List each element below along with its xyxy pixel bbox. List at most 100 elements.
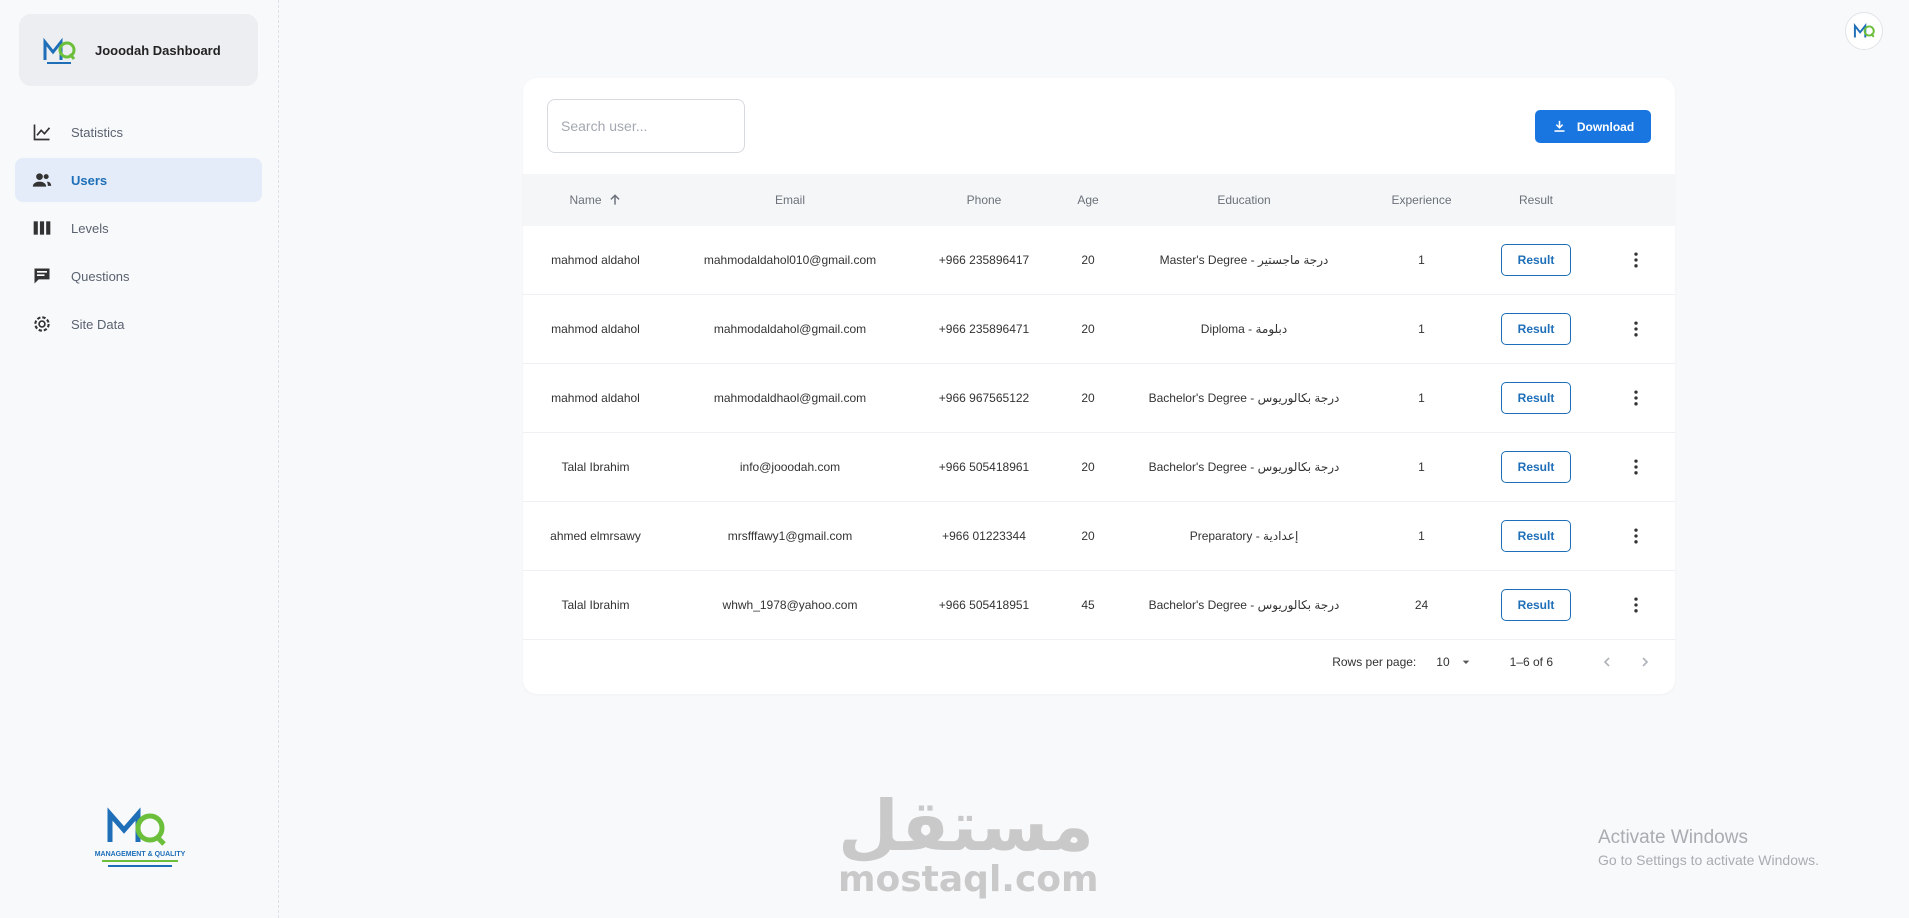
cell-result: Result [1475,451,1597,483]
prev-page-button[interactable] [1595,650,1619,674]
search-input[interactable] [547,99,745,153]
cell-age: 20 [1081,391,1095,405]
cell-result: Result [1475,520,1597,552]
chevron-right-icon [1642,657,1649,667]
activate-windows-watermark: Activate Windows Go to Settings to activ… [1598,826,1819,870]
sidebar-item-label: Questions [71,268,130,284]
users-icon [32,170,52,190]
sidebar-item-questions[interactable]: Questions [15,254,262,298]
download-button[interactable]: Download [1535,110,1651,143]
cell-education: Bachelor's Degree - درجة بكالوريوس [1148,598,1340,612]
column-header-experience[interactable]: Experience [1368,193,1475,207]
company-logo-text: MANAGEMENT & QUALITY [95,851,186,858]
cell-age: 20 [1081,322,1095,336]
cell-email: mrsfffawy1@gmail.com [727,529,853,543]
mostaql-watermark-latin: mostaql.com [838,859,1099,900]
sidebar-item-label: Levels [71,220,109,236]
table-row: mahmod aldahol mahmodaldahol010@gmail.co… [523,226,1675,295]
cell-name: mahmod aldahol [551,322,640,336]
table-row: mahmod aldahol mahmodaldahol@gmail.com +… [523,295,1675,364]
cell-name: mahmod aldahol [551,391,640,405]
activate-windows-title: Activate Windows [1598,827,1748,848]
table-row: ahmed elmrsawy mrsfffawy1@gmail.com +966… [523,502,1675,571]
more-vertical-icon[interactable] [1626,595,1646,615]
more-vertical-icon[interactable] [1626,388,1646,408]
column-header-email[interactable]: Email [668,193,912,207]
next-page-button[interactable] [1633,650,1657,674]
more-vertical-icon[interactable] [1626,457,1646,477]
cell-name: Talal Ibrahim [561,598,630,612]
table-pagination: Rows per page: 10 1–6 of 6 [523,642,1675,682]
result-button[interactable]: Result [1501,520,1571,552]
cell-age: 20 [1081,529,1095,543]
table-body: mahmod aldahol mahmodaldahol010@gmail.co… [523,226,1675,640]
cell-email: whwh_1978@yahoo.com [722,598,858,612]
cell-actions [1597,595,1675,615]
cell-email: mahmodaldahol010@gmail.com [703,253,877,267]
gear-icon [32,314,52,334]
mq-logo-icon [43,37,76,64]
result-button[interactable]: Result [1501,244,1571,276]
cell-phone: +966 505418961 [938,460,1030,474]
table-row: Talal Ibrahim whwh_1978@yahoo.com +966 5… [523,571,1675,640]
cell-experience: 1 [1418,529,1425,543]
cell-actions [1597,388,1675,408]
result-button[interactable]: Result [1501,589,1571,621]
cell-result: Result [1475,244,1597,276]
column-header-result[interactable]: Result [1475,193,1597,207]
cell-experience: 1 [1418,460,1425,474]
avatar[interactable] [1845,12,1883,50]
cell-phone: +966 01223344 [942,529,1026,543]
sidebar-item-users[interactable]: Users [15,158,262,202]
cell-phone: +966 505418951 [938,598,1030,612]
sidebar-item-label: Site Data [71,316,125,332]
sidebar-item-statistics[interactable]: Statistics [15,110,262,154]
cell-phone: +966 235896417 [938,253,1030,267]
cell-age: 45 [1081,598,1095,612]
cell-experience: 1 [1418,322,1425,336]
sidebar: Jooodah Dashboard Statistics Users Level… [0,0,279,918]
sidebar-item-label: Users [71,172,108,188]
cell-education: Master's Degree - درجة ماجستير [1159,253,1329,267]
rows-per-page-select[interactable]: 10 [1436,654,1473,670]
cell-age: 20 [1081,460,1095,474]
brand-header[interactable]: Jooodah Dashboard [19,14,258,86]
column-header-phone[interactable]: Phone [912,193,1056,207]
cell-actions [1597,250,1675,270]
column-header-age[interactable]: Age [1056,193,1120,207]
cell-name: ahmed elmrsawy [550,529,641,543]
sidebar-nav: Statistics Users Levels Questions Site D… [15,110,262,350]
column-header-education[interactable]: Education [1120,193,1368,207]
sidebar-item-site-data[interactable]: Site Data [15,302,262,346]
rows-per-page-label: Rows per page: [1332,655,1417,669]
cell-result: Result [1475,589,1597,621]
column-header-name[interactable]: Name [523,193,668,207]
chart-line-icon [32,122,52,142]
cell-result: Result [1475,313,1597,345]
cell-name: mahmod aldahol [551,253,640,267]
download-icon [1554,120,1565,132]
cell-email: mahmodaldhaol@gmail.com [713,391,867,405]
result-button[interactable]: Result [1501,451,1571,483]
cell-age: 20 [1081,253,1095,267]
app-title: Jooodah Dashboard [95,42,221,58]
more-vertical-icon[interactable] [1626,250,1646,270]
cell-experience: 1 [1418,391,1425,405]
table-row: mahmod aldahol mahmodaldhaol@gmail.com +… [523,364,1675,433]
cell-phone: +966 235896471 [938,322,1030,336]
mq-logo-icon [1853,23,1875,38]
cell-experience: 1 [1418,253,1425,267]
arrow-up-icon[interactable] [608,193,622,207]
more-vertical-icon[interactable] [1626,526,1646,546]
sidebar-item-label: Statistics [71,124,124,140]
result-button[interactable]: Result [1501,313,1571,345]
cell-education: Bachelor's Degree - درجة بكالوريوس [1148,391,1340,405]
sidebar-item-levels[interactable]: Levels [15,206,262,250]
activate-windows-subtitle: Go to Settings to activate Windows. [1598,852,1819,868]
cell-education: Preparatory - إعدادية [1189,529,1299,543]
more-vertical-icon[interactable] [1626,319,1646,339]
cell-actions [1597,319,1675,339]
cell-email: info@jooodah.com [739,460,841,474]
result-button[interactable]: Result [1501,382,1571,414]
users-table-card: Download Name Email Phone Age Education … [523,78,1675,694]
